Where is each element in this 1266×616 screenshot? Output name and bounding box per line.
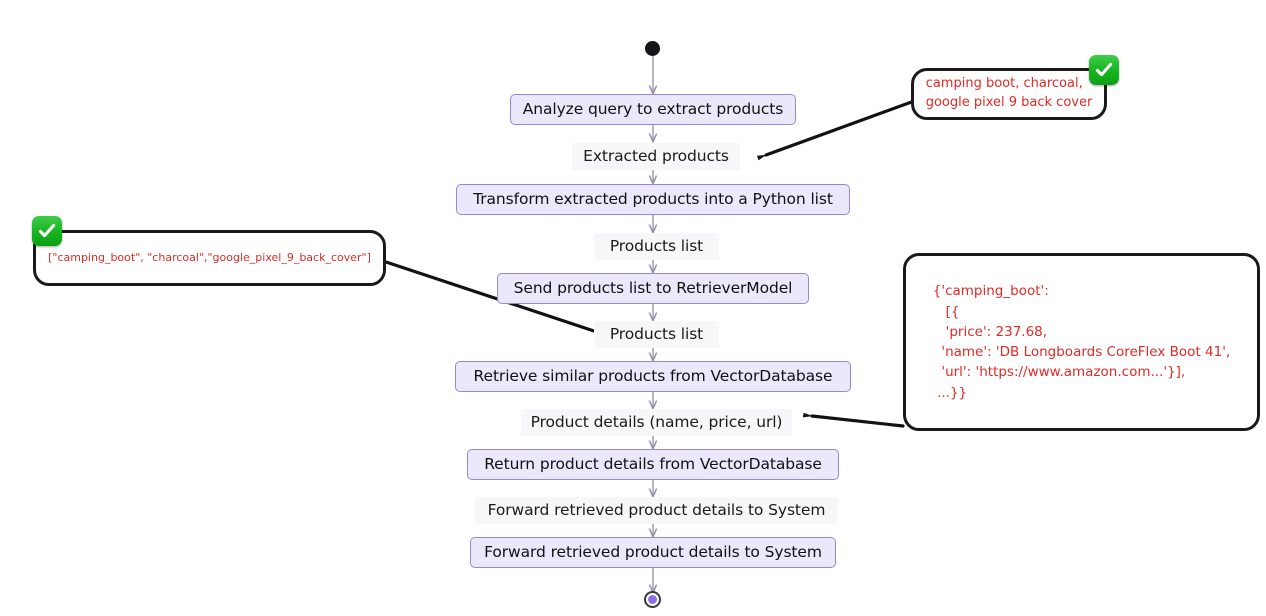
check-badge-icon-2 bbox=[32, 216, 62, 246]
annotation-products-list: ["camping_boot", "charcoal","google_pixe… bbox=[33, 230, 386, 286]
annotation-extracted-products: camping boot, charcoal, google pixel 9 b… bbox=[911, 68, 1107, 120]
check-badge-icon-1 bbox=[1089, 55, 1119, 85]
annotation-product-details: {'camping_boot': [{ 'price': 237.68, 'na… bbox=[903, 253, 1260, 431]
diagram-canvas: Analyze query to extract products Transf… bbox=[0, 0, 1266, 616]
edge-label-forward-details: Forward retrieved product details to Sys… bbox=[475, 497, 838, 524]
edge-label-products-list-2: Products list bbox=[594, 321, 719, 348]
edge-label-extracted-products: Extracted products bbox=[572, 143, 740, 170]
end-node bbox=[644, 591, 661, 608]
node-send-products-list[interactable]: Send products list to RetrieverModel bbox=[497, 273, 809, 304]
annotation-extracted-products-text: camping boot, charcoal, google pixel 9 b… bbox=[925, 76, 1093, 110]
node-analyze-query[interactable]: Analyze query to extract products bbox=[510, 94, 796, 125]
edge-label-product-details: Product details (name, price, url) bbox=[521, 409, 792, 436]
annotation-product-details-text: {'camping_boot': [{ 'price': 237.68, 'na… bbox=[932, 283, 1231, 401]
end-node-inner bbox=[648, 595, 657, 604]
node-retrieve-similar-products[interactable]: Retrieve similar products from VectorDat… bbox=[455, 361, 851, 392]
node-forward-product-details[interactable]: Forward retrieved product details to Sys… bbox=[470, 537, 836, 568]
annotation-products-list-text: ["camping_boot", "charcoal","google_pixe… bbox=[48, 251, 371, 265]
node-transform-products[interactable]: Transform extracted products into a Pyth… bbox=[456, 184, 850, 215]
start-node bbox=[645, 41, 660, 56]
edge-label-products-list-1: Products list bbox=[594, 233, 719, 260]
node-return-product-details[interactable]: Return product details from VectorDataba… bbox=[467, 449, 839, 480]
